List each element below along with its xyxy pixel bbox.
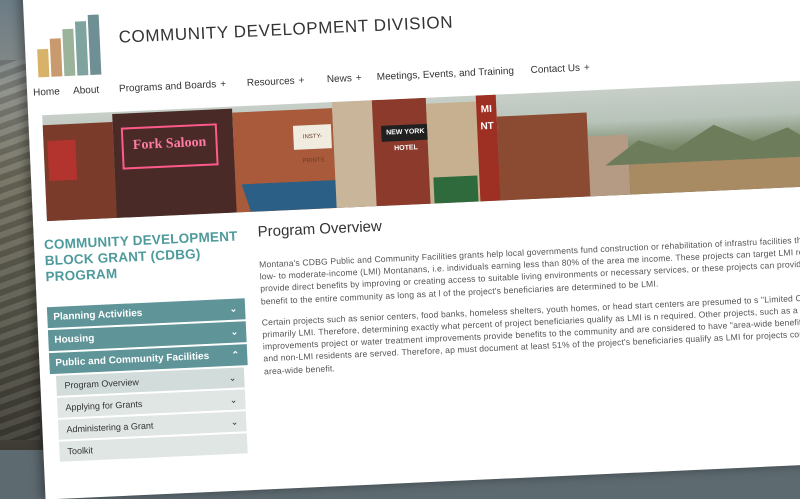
chevron-down-icon[interactable]: ⌄ bbox=[229, 390, 237, 410]
sidebar: COMMUNITY DEVELOPMENT BLOCK GRANT (CDBG)… bbox=[44, 228, 252, 464]
mint-sign: MINT bbox=[480, 103, 495, 133]
nav-resources[interactable]: Resources + bbox=[247, 75, 305, 89]
chevron-down-icon[interactable]: ⌄ bbox=[230, 322, 238, 343]
chevron-up-icon[interactable]: ⌃ bbox=[231, 345, 239, 366]
main-content: Program Overview Montana's CDBG Public a… bbox=[257, 195, 800, 386]
sidebar-menu: Planning Activities ⌄ Housing ⌄ Public and… bbox=[46, 298, 252, 462]
logo-bar bbox=[87, 14, 102, 75]
nav-meetings-events-training[interactable]: Meetings, Events, and Training bbox=[377, 66, 515, 83]
blue-awning bbox=[241, 180, 346, 213]
nav-contact-us[interactable]: Contact Us + bbox=[530, 62, 590, 76]
chevron-down-icon[interactable]: ⌄ bbox=[228, 368, 236, 388]
green-awning bbox=[433, 175, 479, 204]
division-logo[interactable] bbox=[36, 14, 105, 78]
logo-bar bbox=[49, 38, 63, 77]
logo-bar bbox=[74, 21, 89, 76]
nav-programs-and-boards[interactable]: Programs and Boards + bbox=[119, 79, 227, 95]
nav-about[interactable]: About bbox=[73, 85, 100, 97]
print-shop-sign: INSTY-PRINTS bbox=[292, 124, 332, 164]
logo-bar bbox=[62, 28, 76, 77]
nav-news[interactable]: News + bbox=[327, 73, 362, 86]
nav-home[interactable]: Home bbox=[33, 86, 60, 98]
building bbox=[496, 112, 591, 201]
hotel-sign: NEW YORK HOTEL bbox=[380, 123, 430, 152]
chevron-down-icon[interactable]: ⌄ bbox=[229, 299, 237, 320]
logo-bar bbox=[37, 48, 50, 78]
mountains bbox=[603, 115, 800, 165]
chevron-down-icon[interactable]: ⌄ bbox=[230, 412, 238, 432]
program-title: COMMUNITY DEVELOPMENT BLOCK GRANT (CDBG)… bbox=[43, 228, 238, 285]
storefront-sign bbox=[47, 139, 78, 181]
neon-sign: Fork Saloon bbox=[120, 123, 219, 170]
site-title[interactable]: COMMUNITY DEVELOPMENT DIVISION bbox=[118, 12, 453, 47]
web-page: COMMUNITY DEVELOPMENT DIVISION Home Abou… bbox=[22, 0, 800, 499]
